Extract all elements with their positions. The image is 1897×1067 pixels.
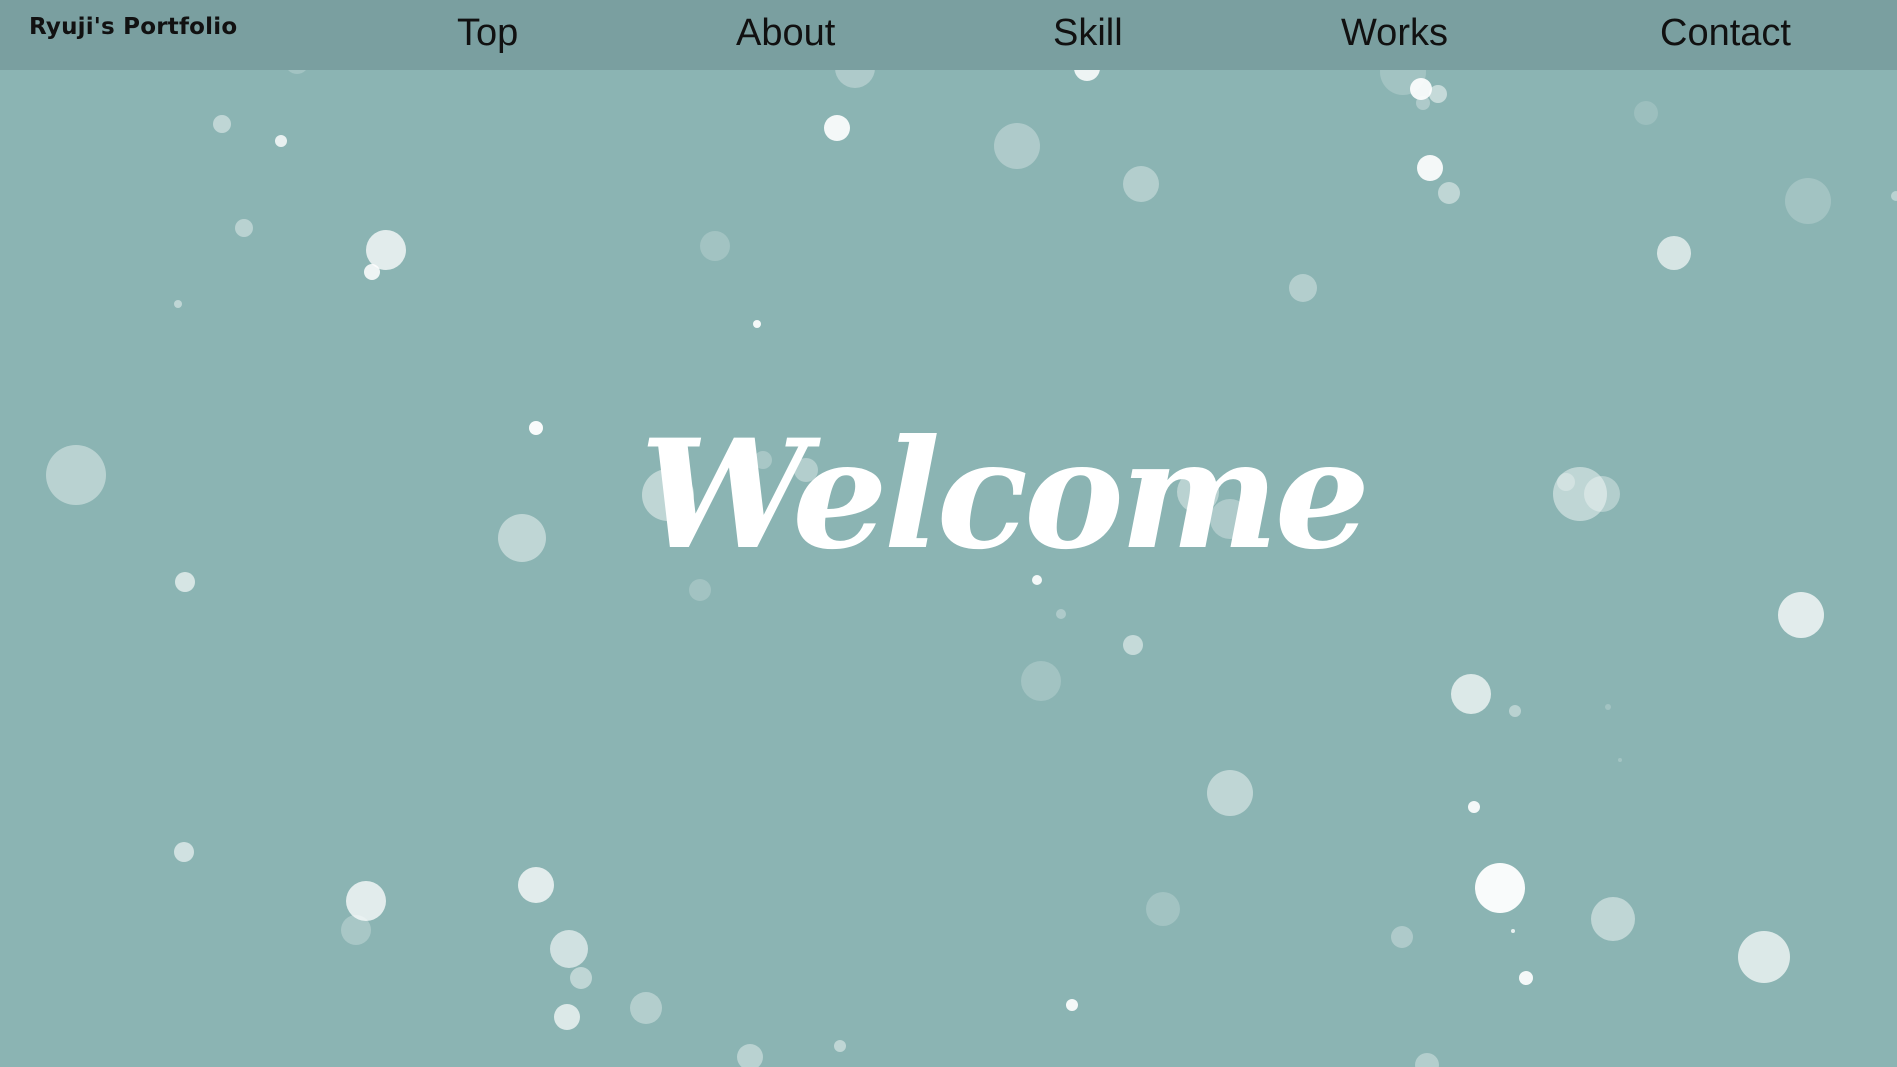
bubble-decoration [1778, 592, 1824, 638]
bubble-decoration [700, 231, 730, 261]
bubble-decoration [1634, 101, 1658, 125]
site-logo[interactable]: Ryuji's Portfolio [29, 14, 237, 40]
bubble-decoration [46, 445, 106, 505]
bubble-decoration [529, 421, 543, 435]
bubble-decoration [1511, 929, 1515, 933]
bubble-decoration [1553, 467, 1607, 521]
bubble-decoration [341, 915, 371, 945]
bubble-decoration [235, 219, 253, 237]
nav-link-about[interactable]: About [736, 10, 835, 56]
nav-link-skill[interactable]: Skill [1053, 10, 1123, 56]
bubble-decoration [346, 881, 386, 921]
bubble-decoration [753, 320, 761, 328]
bubble-decoration [1657, 236, 1691, 270]
bubble-decoration [518, 867, 554, 903]
bubble-decoration [1207, 770, 1253, 816]
bubble-decoration [213, 115, 231, 133]
bubble-decoration [1415, 1053, 1439, 1067]
bubble-decoration [498, 514, 546, 562]
bubble-decoration [1056, 609, 1066, 619]
bubble-decoration [1123, 166, 1159, 202]
top-navigation-bar: Ryuji's Portfolio Top About Skill Works … [0, 0, 1897, 70]
bubble-decoration [174, 300, 182, 308]
bubble-decoration [1475, 863, 1525, 913]
bubble-decoration [1289, 274, 1317, 302]
bubble-decoration [630, 992, 662, 1024]
bubble-decoration [1468, 801, 1480, 813]
bubble-decoration [1591, 897, 1635, 941]
bubble-decoration [1605, 704, 1611, 710]
bubble-decoration [994, 123, 1040, 169]
nav-link-works[interactable]: Works [1341, 10, 1448, 56]
bubble-decoration [1509, 705, 1521, 717]
bubble-decoration [554, 1004, 580, 1030]
bubble-decoration [175, 572, 195, 592]
bubble-decoration [275, 135, 287, 147]
bubble-decoration [1146, 892, 1180, 926]
bubble-decoration [737, 1044, 763, 1067]
bubble-decoration [1429, 85, 1447, 103]
bubble-decoration [570, 967, 592, 989]
bubble-decoration [824, 115, 850, 141]
bubble-decoration [1391, 926, 1413, 948]
bubble-decoration [1417, 155, 1443, 181]
bubble-decoration [550, 930, 588, 968]
bubble-decoration [1557, 473, 1575, 491]
bubble-decoration [364, 264, 380, 280]
bubble-decoration [1410, 78, 1432, 100]
bubble-decoration [1451, 674, 1491, 714]
bubble-decoration [1021, 661, 1061, 701]
bubble-decoration [174, 842, 194, 862]
nav-link-contact[interactable]: Contact [1660, 10, 1791, 56]
hero-welcome-title: Welcome [640, 407, 1370, 583]
bubble-decoration [1738, 931, 1790, 983]
bubble-decoration [1891, 191, 1897, 201]
bubble-decoration [1785, 178, 1831, 224]
nav-link-top[interactable]: Top [457, 10, 518, 56]
bubble-decoration [1123, 635, 1143, 655]
bubble-decoration [1584, 476, 1620, 512]
bubble-decoration [1416, 96, 1430, 110]
bubble-decoration [366, 230, 406, 270]
bubble-decoration [1438, 182, 1460, 204]
bubble-decoration [1066, 999, 1078, 1011]
bubble-decoration [834, 1040, 846, 1052]
bubble-decoration [1519, 971, 1533, 985]
bubble-decoration [1618, 758, 1622, 762]
